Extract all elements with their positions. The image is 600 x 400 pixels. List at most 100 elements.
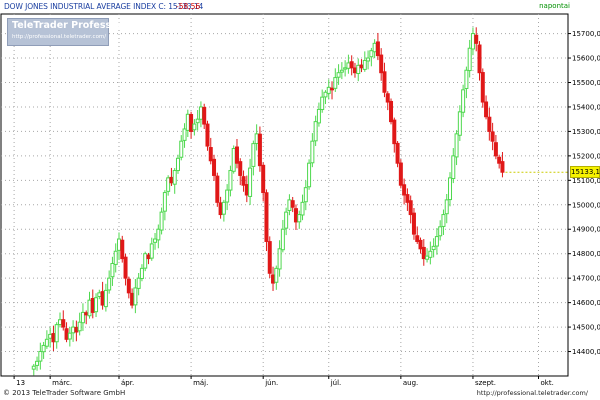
candle-body-up [326, 86, 331, 94]
candle-body-up [356, 64, 361, 74]
candle-body-up [251, 143, 256, 167]
candle-body-up [31, 365, 36, 370]
candle-body-up [54, 324, 59, 343]
candle-body-down [352, 67, 357, 74]
y-tick-label: 15600,00 [572, 55, 600, 63]
last-price-marker: 15133,14 [570, 166, 600, 179]
candle-body-up [195, 118, 200, 124]
candle-body-down [257, 133, 262, 167]
candle-body-up [451, 155, 456, 180]
y-tick-label: 14800,00 [572, 250, 600, 258]
candle-body-up [431, 245, 436, 251]
candle-body-down [480, 72, 485, 103]
x-tick-label: ápr. [121, 379, 134, 387]
candle-body-down [293, 208, 298, 223]
candle-body-down [234, 146, 239, 164]
candle-body-up [333, 77, 338, 89]
chart-footer: © 2013 TeleTrader Software GmbH http://p… [0, 388, 600, 400]
candle-body-up [133, 287, 138, 306]
candle-body-down [205, 123, 210, 147]
y-tick-label: 15700,00 [572, 30, 600, 38]
candle-body-up [461, 89, 466, 113]
candle-body-down [415, 235, 420, 242]
candle-body-up [310, 140, 315, 164]
candle-body-up [175, 157, 180, 172]
x-tick-label: okt. [541, 379, 554, 387]
candle-body-up [297, 214, 302, 223]
candle-body-down [395, 142, 400, 164]
candle-body-down [100, 291, 105, 306]
candle-body-down [474, 34, 479, 44]
candle-body-down [487, 116, 492, 132]
x-tick-label: aug. [403, 379, 418, 387]
x-tick-label: máj. [193, 379, 208, 387]
candle-body-up [182, 128, 187, 141]
candle-body-up [149, 243, 154, 259]
candle-body-down [238, 161, 243, 176]
candle-body-up [94, 297, 99, 313]
candle-body-up [428, 250, 433, 258]
candle-body-down [84, 312, 89, 316]
candlestick-chart: 14400,00 14500,00 14600,00 14700,00 14800,00… [0, 13, 600, 387]
candle-body-up [457, 111, 462, 136]
candle-body-up [113, 250, 118, 265]
x-tick-label: 13 [16, 379, 25, 387]
candle-body-up [425, 255, 430, 260]
candle-body-up [369, 50, 374, 58]
candle-body-down [244, 184, 249, 196]
candle-body-up [192, 123, 197, 131]
candle-body-up [303, 187, 308, 203]
candle-body-up [228, 170, 233, 191]
candle-body-up [320, 96, 325, 111]
candle-body-down [398, 162, 403, 186]
candle-body-up [80, 311, 85, 324]
candle-body-up [225, 189, 230, 203]
x-tick-label: szept. [475, 379, 496, 387]
candle-body-up [454, 133, 459, 158]
candle-body-up [336, 72, 341, 78]
candle-body-down [215, 175, 220, 203]
candle-body-up [172, 170, 177, 185]
candle-body-up [280, 228, 285, 251]
candle-body-up [139, 267, 144, 279]
y-tick-label: 15500,00 [572, 79, 600, 87]
candle-body-down [421, 246, 426, 260]
candle-body-down [389, 100, 394, 123]
logo-title: TeleTrader Professional [12, 20, 138, 31]
candle-body-up [300, 201, 305, 216]
candle-body-down [359, 64, 364, 69]
candle-body-down [497, 156, 502, 164]
candle-body-up [438, 226, 443, 237]
teletrader-logo: TeleTrader Professional http://professio… [7, 18, 137, 46]
candle-body-up [35, 360, 40, 366]
x-tick-label: márc. [52, 379, 72, 387]
candle-body-down [330, 87, 335, 91]
candle-body-up [38, 351, 43, 362]
y-tick-label: 14600,00 [572, 299, 600, 307]
candle-body-down [74, 326, 79, 333]
candle-body-up [103, 289, 108, 308]
candle-body-down [402, 184, 407, 196]
candle-body-down [261, 164, 266, 194]
footer-link[interactable]: http://professional.teletrader.com/ [477, 389, 588, 397]
candle-body-up [179, 140, 184, 158]
candle-body-up [307, 162, 312, 188]
y-tick-label: 14500,00 [572, 324, 600, 332]
candle-body-down [500, 161, 505, 173]
candle-body-up [339, 69, 344, 73]
candle-body-down [418, 239, 423, 250]
candle-body-up [434, 236, 439, 247]
candle-body-up [44, 338, 49, 347]
candle-body-up [464, 69, 469, 89]
candle-body-down [379, 54, 384, 74]
y-tick-label: 14900,00 [572, 226, 600, 234]
candle-body-up [254, 133, 259, 145]
candle-body-down [408, 200, 413, 216]
candle-body-up [166, 177, 171, 192]
candle-body-down [241, 176, 246, 186]
y-tick-label: 14400,00 [572, 348, 600, 356]
x-tick-label: jún. [264, 379, 278, 387]
candle-body-up [162, 192, 167, 212]
candle-body-up [372, 42, 377, 53]
candle-body-up [153, 238, 158, 243]
